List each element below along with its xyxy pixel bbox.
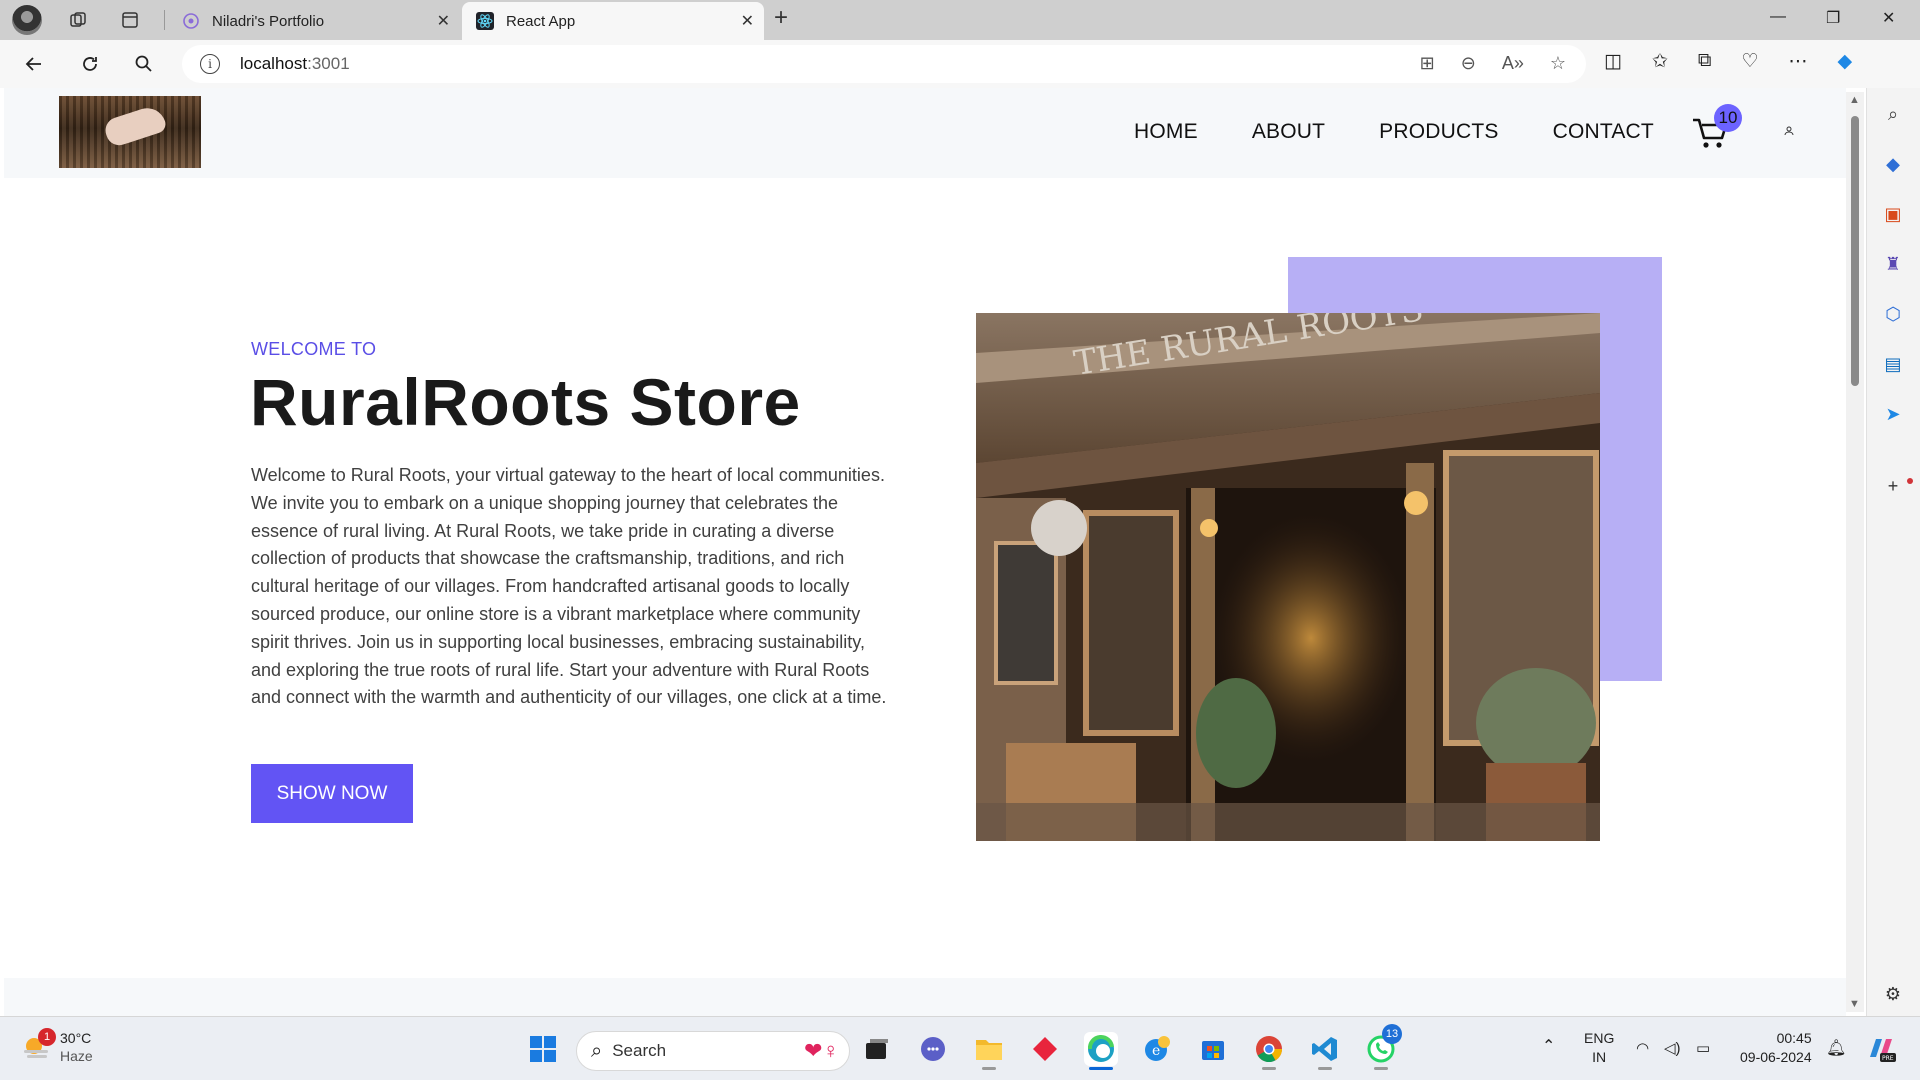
nav-about[interactable]: ABOUT bbox=[1252, 120, 1325, 144]
new-tab-button[interactable]: + bbox=[774, 4, 788, 32]
search-icon[interactable] bbox=[130, 50, 158, 78]
internet-explorer-icon[interactable]: e bbox=[1140, 1032, 1174, 1066]
vertical-tabs-icon[interactable] bbox=[114, 5, 146, 35]
store-front-image: THE RURAL ROOTS bbox=[976, 313, 1600, 841]
start-windows-icon[interactable] bbox=[526, 1032, 560, 1066]
tray-overflow-chevron-icon[interactable]: ⌃ bbox=[1542, 1037, 1555, 1056]
read-aloud-icon[interactable]: A» bbox=[1502, 53, 1524, 74]
scroll-down-arrow-icon[interactable]: ▼ bbox=[1849, 998, 1860, 1010]
react-favicon-icon bbox=[476, 12, 494, 30]
page-scrollbar[interactable]: ▲ ▼ bbox=[1846, 92, 1864, 1012]
nav-products[interactable]: PRODUCTS bbox=[1379, 120, 1498, 144]
tools-icon[interactable]: ▣ bbox=[1881, 202, 1905, 226]
vscode-icon[interactable] bbox=[1308, 1032, 1342, 1070]
search-icon: ⌕ bbox=[591, 1039, 603, 1062]
page-footer-strip bbox=[4, 978, 1846, 1016]
microsoft-365-icon[interactable]: ⬡ bbox=[1881, 302, 1905, 326]
clock-date: 09-06-2024 bbox=[1740, 1049, 1812, 1065]
weather-alert-badge: 1 bbox=[38, 1028, 56, 1046]
nav-home[interactable]: HOME bbox=[1134, 120, 1198, 144]
shopping-tag-icon[interactable]: ◆ bbox=[1881, 152, 1905, 176]
hero-title: RuralRoots Store bbox=[250, 365, 801, 439]
nav-contact[interactable]: CONTACT bbox=[1553, 120, 1654, 144]
workspaces-icon[interactable] bbox=[62, 5, 94, 35]
back-arrow-icon[interactable] bbox=[20, 50, 48, 78]
cart-count-badge: 10 bbox=[1714, 104, 1742, 132]
wifi-icon[interactable]: ◠ bbox=[1636, 1039, 1649, 1058]
microsoft-store-icon[interactable] bbox=[1196, 1032, 1230, 1066]
chrome-icon[interactable] bbox=[1252, 1032, 1286, 1070]
outlook-icon[interactable]: ▤ bbox=[1881, 352, 1905, 376]
svg-text:e: e bbox=[1152, 1043, 1160, 1059]
weather-widget[interactable]: 1 30°C Haze bbox=[22, 1028, 93, 1065]
kaspersky-icon[interactable] bbox=[1028, 1032, 1062, 1066]
language-indicator[interactable]: ENG IN bbox=[1584, 1029, 1614, 1067]
clock-time: 00:45 bbox=[1776, 1030, 1812, 1046]
more-menu-icon[interactable]: ⋯ bbox=[1789, 50, 1808, 73]
weather-haze-icon: 1 bbox=[22, 1028, 56, 1060]
site-info-icon[interactable]: i bbox=[200, 54, 220, 74]
tab-react-app[interactable]: React App ✕ bbox=[462, 2, 764, 40]
file-explorer-icon[interactable] bbox=[972, 1032, 1006, 1070]
browser-essentials-icon[interactable]: ♡ bbox=[1741, 50, 1758, 73]
favorites-icon[interactable]: ✩ bbox=[1652, 50, 1668, 73]
portfolio-favicon-icon bbox=[182, 12, 200, 30]
teams-chat-icon[interactable] bbox=[916, 1032, 950, 1066]
scroll-thumb[interactable] bbox=[1851, 116, 1859, 386]
battery-icon[interactable]: ▭ bbox=[1696, 1039, 1710, 1058]
drop-icon[interactable]: ➤ bbox=[1881, 402, 1905, 426]
app-available-icon[interactable]: ⊞ bbox=[1420, 53, 1435, 74]
zoom-out-icon[interactable]: ⊖ bbox=[1461, 53, 1476, 74]
search-highlight-icon: ❤♀ bbox=[804, 1038, 839, 1063]
tab-title: React App bbox=[506, 12, 576, 30]
browser-toolbar: i localhost:3001 ⊞ ⊖ A» ☆ ◫ ✩ ⧉ ♡ ⋯ ◆ bbox=[0, 40, 1920, 88]
hero-welcome: WELCOME TO bbox=[251, 339, 377, 359]
collections-icon[interactable]: ⧉ bbox=[1698, 50, 1712, 73]
sidebar-settings-gear-icon[interactable]: ⚙ bbox=[1881, 982, 1905, 1006]
close-tab-icon[interactable]: ✕ bbox=[741, 11, 754, 31]
windows-taskbar: 1 30°C Haze ⌕ Search ❤♀ e 13 ⌃ ENG IN ◠ … bbox=[0, 1016, 1920, 1080]
split-screen-icon[interactable]: ◫ bbox=[1604, 50, 1622, 73]
url-text: localhost:3001 bbox=[240, 54, 350, 73]
edge-sidebar: ⌕ ◆ ▣ ♜ ⬡ ▤ ➤ + ⚙ bbox=[1866, 88, 1920, 1016]
store-logo[interactable] bbox=[59, 96, 201, 168]
edge-browser-icon[interactable] bbox=[1084, 1032, 1118, 1070]
hero-description: Welcome to Rural Roots, your virtual gat… bbox=[251, 465, 887, 708]
copilot-taskbar-icon[interactable]: PRE bbox=[1866, 1035, 1896, 1068]
add-sidebar-app-icon[interactable]: + bbox=[1881, 474, 1905, 498]
tab-divider bbox=[164, 10, 165, 30]
scroll-up-arrow-icon[interactable]: ▲ bbox=[1849, 94, 1860, 106]
task-view-icon[interactable] bbox=[860, 1032, 894, 1066]
games-icon[interactable]: ♜ bbox=[1881, 252, 1905, 276]
volume-icon[interactable]: ◁) bbox=[1664, 1039, 1681, 1058]
address-bar[interactable]: i localhost:3001 ⊞ ⊖ A» ☆ bbox=[182, 45, 1586, 83]
whatsapp-icon[interactable]: 13 bbox=[1364, 1024, 1402, 1070]
clock[interactable]: 00:45 09-06-2024 bbox=[1740, 1029, 1812, 1067]
whatsapp-unread-badge: 13 bbox=[1382, 1024, 1402, 1044]
notification-dot bbox=[1907, 478, 1913, 484]
site-header: HOME ABOUT PRODUCTS CONTACT 10 bbox=[4, 88, 1846, 178]
main-nav: HOME ABOUT PRODUCTS CONTACT bbox=[1134, 120, 1654, 144]
minimize-icon[interactable]: — bbox=[1770, 8, 1786, 26]
page-viewport: HOME ABOUT PRODUCTS CONTACT 10 WELCOME T… bbox=[4, 88, 1846, 1016]
weather-condition: Haze bbox=[60, 1048, 93, 1064]
taskbar-search-box[interactable]: ⌕ Search ❤♀ bbox=[576, 1031, 850, 1071]
profile-avatar[interactable] bbox=[12, 5, 42, 35]
browser-tab-bar: Niladri's Portfolio ✕ React App ✕ + — ❐ … bbox=[0, 0, 1920, 40]
close-tab-icon[interactable]: ✕ bbox=[437, 11, 450, 31]
close-window-icon[interactable]: ✕ bbox=[1882, 8, 1895, 28]
user-icon[interactable] bbox=[1784, 126, 1794, 139]
weather-temp: 30°C bbox=[60, 1030, 92, 1046]
favorite-star-icon[interactable]: ☆ bbox=[1550, 53, 1566, 74]
refresh-icon[interactable] bbox=[76, 50, 104, 78]
copilot-icon[interactable]: ◆ bbox=[1838, 50, 1853, 73]
sidebar-search-icon[interactable]: ⌕ bbox=[1881, 102, 1905, 126]
notification-bell-icon[interactable]: 🔔︎ bbox=[1826, 1039, 1846, 1058]
taskbar-search-label: Search bbox=[612, 1041, 667, 1060]
tab-title: Niladri's Portfolio bbox=[212, 12, 325, 30]
tab-niladris-portfolio[interactable]: Niladri's Portfolio ✕ bbox=[168, 2, 460, 40]
restore-icon[interactable]: ❐ bbox=[1826, 8, 1840, 28]
svg-text:PRE: PRE bbox=[1882, 1055, 1894, 1062]
show-now-button[interactable]: SHOW NOW bbox=[251, 764, 413, 823]
